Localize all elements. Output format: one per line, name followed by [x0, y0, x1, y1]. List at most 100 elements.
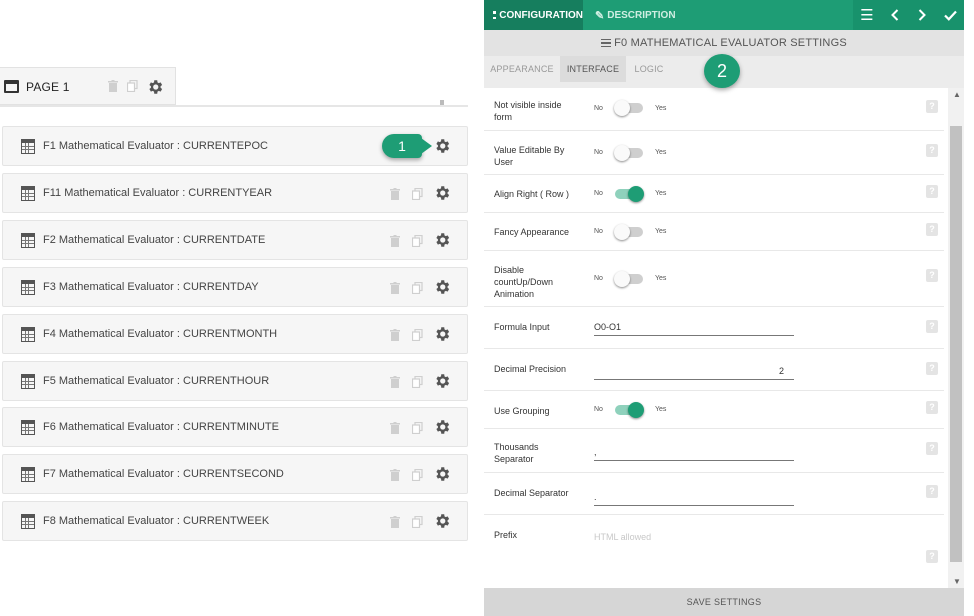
- field-label: F11 Mathematical Evaluator : CURRENTYEAR: [43, 187, 273, 199]
- calculator-icon: [21, 186, 35, 201]
- field-row[interactable]: F6 Mathematical Evaluator : CURRENTMINUT…: [2, 407, 468, 447]
- field-row[interactable]: F4 Mathematical Evaluator : CURRENTMONTH: [2, 314, 468, 354]
- save-settings-button[interactable]: SAVE SETTINGS: [484, 588, 964, 616]
- help-icon[interactable]: ?: [926, 144, 938, 157]
- trash-icon[interactable]: [390, 281, 400, 299]
- setting-label: Align Right ( Row ): [494, 189, 570, 199]
- trash-icon[interactable]: [390, 375, 400, 393]
- thousands-separator-field[interactable]: ,: [594, 445, 794, 461]
- calculator-icon: [21, 233, 35, 248]
- gear-icon[interactable]: [433, 372, 451, 395]
- gear-icon[interactable]: [433, 278, 451, 301]
- field-label: F8 Mathematical Evaluator : CURRENTWEEK: [43, 515, 270, 527]
- copy-icon[interactable]: [412, 281, 423, 299]
- trash-icon[interactable]: [390, 515, 400, 533]
- scroll-thumb[interactable]: [950, 126, 962, 562]
- chevron-left-icon: [890, 9, 898, 21]
- help-icon[interactable]: ?: [926, 401, 938, 414]
- setting-decimal-separator: Decimal Separator . ?: [484, 473, 944, 515]
- menu-button[interactable]: ☰: [853, 0, 881, 30]
- decimal-separator-field[interactable]: .: [594, 490, 794, 506]
- help-icon[interactable]: ?: [926, 185, 938, 198]
- callout-badge-2: 2: [704, 54, 740, 88]
- copy-icon[interactable]: [412, 187, 423, 205]
- prefix-field[interactable]: HTML allowed: [594, 530, 794, 546]
- copy-icon[interactable]: [412, 234, 423, 252]
- value-editable-toggle[interactable]: [614, 145, 644, 161]
- field-label: F1 Mathematical Evaluator : CURRENTEPOC: [43, 140, 268, 152]
- settings-panel: CONFIGURATION ✎ DESCRIPTION ☰ F0 MATHEMA…: [484, 0, 964, 616]
- help-icon[interactable]: ?: [926, 100, 938, 113]
- trash-icon[interactable]: [390, 234, 400, 252]
- trash-icon[interactable]: [390, 421, 400, 439]
- help-icon[interactable]: ?: [926, 485, 938, 498]
- form-builder-canvas: PAGE 1 F1 Mathematical Evaluator : CURRE…: [0, 0, 484, 616]
- formula-input-field[interactable]: O0-O1: [594, 320, 794, 336]
- toggle-yes-label: Yes: [655, 149, 667, 156]
- tab-logic[interactable]: LOGIC: [626, 56, 672, 82]
- gear-icon[interactable]: [433, 465, 451, 488]
- scroll-down-arrow-icon[interactable]: ▼: [953, 577, 961, 586]
- setting-fancy-appearance: Fancy Appearance No Yes ?: [484, 213, 944, 251]
- trash-icon[interactable]: [390, 187, 400, 205]
- gear-icon[interactable]: [433, 137, 451, 160]
- help-icon[interactable]: ?: [926, 550, 938, 563]
- gear-icon[interactable]: [433, 512, 451, 535]
- help-icon[interactable]: ?: [926, 442, 938, 455]
- gear-icon[interactable]: [146, 78, 164, 101]
- setting-label: Thousands Separator: [494, 442, 539, 464]
- copy-icon[interactable]: [412, 421, 423, 439]
- field-row[interactable]: F7 Mathematical Evaluator : CURRENTSECON…: [2, 454, 468, 494]
- toggle-yes-label: Yes: [655, 275, 667, 282]
- calculator-icon: [21, 280, 35, 295]
- prev-button[interactable]: [881, 0, 909, 30]
- gear-icon[interactable]: [433, 231, 451, 254]
- toggle-yes-label: Yes: [655, 228, 667, 235]
- copy-icon[interactable]: [412, 328, 423, 346]
- page-tab[interactable]: PAGE 1: [0, 67, 176, 105]
- field-label: F3 Mathematical Evaluator : CURRENTDAY: [43, 281, 259, 293]
- copy-icon[interactable]: [412, 468, 423, 486]
- field-row[interactable]: F5 Mathematical Evaluator : CURRENTHOUR: [2, 361, 468, 401]
- toggle-no-label: No: [594, 406, 603, 413]
- not-visible-toggle[interactable]: [614, 100, 644, 116]
- tab-description[interactable]: ✎ DESCRIPTION: [595, 0, 676, 30]
- gear-icon[interactable]: [433, 184, 451, 207]
- setting-label: Decimal Precision: [494, 364, 567, 374]
- gear-icon[interactable]: [433, 418, 451, 441]
- use-grouping-toggle[interactable]: [614, 402, 644, 418]
- field-row[interactable]: F11 Mathematical Evaluator : CURRENTYEAR: [2, 173, 468, 213]
- scroll-up-arrow-icon[interactable]: ▲: [953, 90, 961, 99]
- confirm-button[interactable]: [936, 0, 964, 30]
- page-divider: [0, 105, 468, 107]
- help-icon[interactable]: ?: [926, 320, 938, 333]
- settings-scrollbar[interactable]: ▲ ▼: [948, 88, 964, 588]
- trash-icon[interactable]: [390, 468, 400, 486]
- copy-icon[interactable]: [127, 79, 138, 97]
- setting-prefix: Prefix HTML allowed ?: [484, 515, 944, 588]
- tab-interface[interactable]: INTERFACE: [560, 56, 626, 82]
- align-right-toggle[interactable]: [614, 186, 644, 202]
- help-icon[interactable]: ?: [926, 223, 938, 236]
- field-row[interactable]: F2 Mathematical Evaluator : CURRENTDATE: [2, 220, 468, 260]
- copy-icon[interactable]: [412, 515, 423, 533]
- setting-label: Decimal Separator: [494, 488, 569, 498]
- field-row[interactable]: F8 Mathematical Evaluator : CURRENTWEEK: [2, 501, 468, 541]
- copy-icon[interactable]: [412, 375, 423, 393]
- help-icon[interactable]: ?: [926, 362, 938, 375]
- decimal-precision-field[interactable]: 2: [594, 364, 794, 380]
- disable-countup-toggle[interactable]: [614, 271, 644, 287]
- trash-icon[interactable]: [390, 328, 400, 346]
- trash-icon[interactable]: [108, 79, 118, 97]
- calculator-icon: [21, 374, 35, 389]
- help-icon[interactable]: ?: [926, 269, 938, 282]
- setting-decimal-precision: Decimal Precision 2 ?: [484, 349, 944, 391]
- tab-appearance[interactable]: APPEARANCE: [484, 56, 560, 82]
- tab-configuration[interactable]: CONFIGURATION: [484, 0, 583, 30]
- field-label: F7 Mathematical Evaluator : CURRENTSECON…: [43, 468, 284, 480]
- next-button[interactable]: [909, 0, 937, 30]
- config-icon: [493, 11, 497, 19]
- field-row[interactable]: F3 Mathematical Evaluator : CURRENTDAY: [2, 267, 468, 307]
- fancy-appearance-toggle[interactable]: [614, 224, 644, 240]
- gear-icon[interactable]: [433, 325, 451, 348]
